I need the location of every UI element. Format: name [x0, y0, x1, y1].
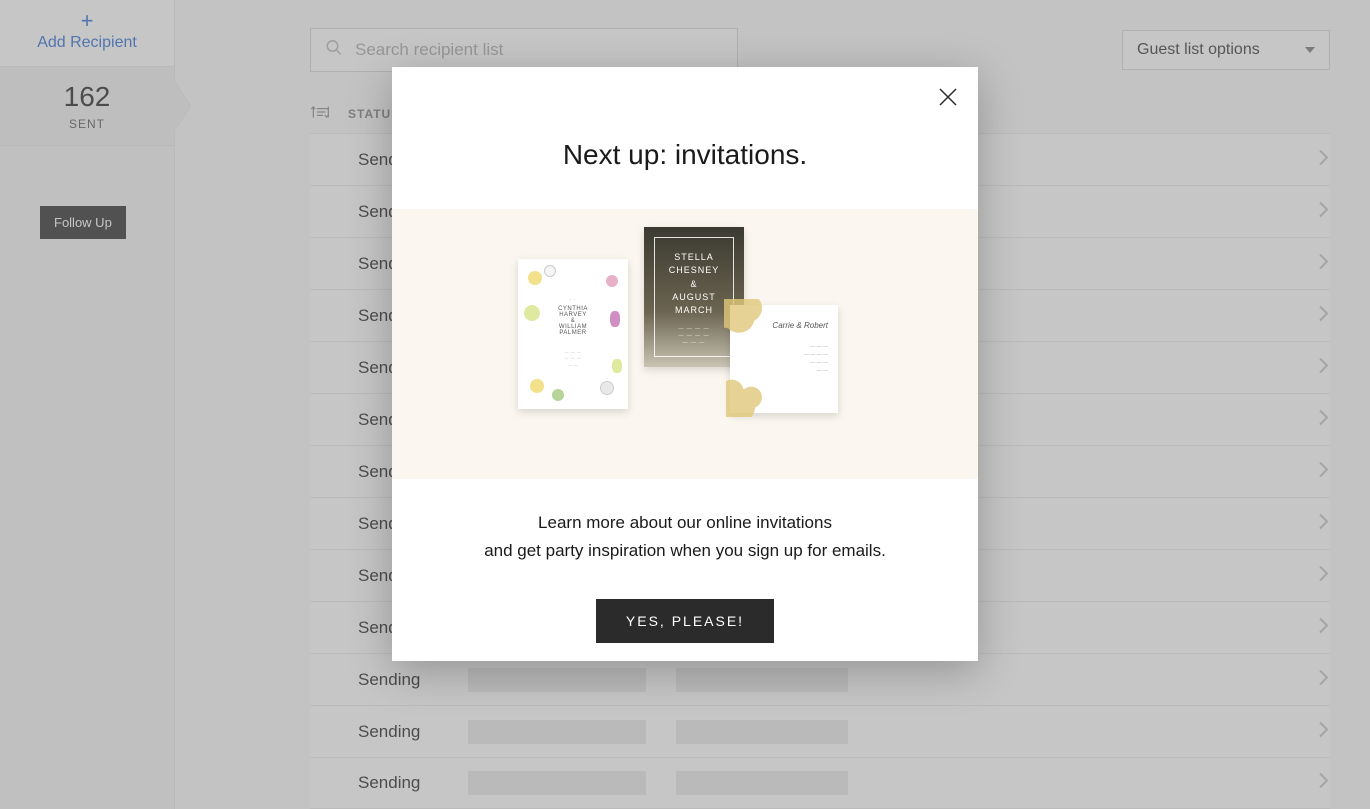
modal-title: Next up: invitations.: [392, 139, 978, 171]
yes-please-button[interactable]: YES, PLEASE!: [596, 599, 774, 643]
modal-body: Learn more about our online invitations …: [392, 479, 978, 565]
close-icon[interactable]: [936, 85, 960, 114]
invitations-modal: Next up: invitations. · ·: [392, 67, 978, 661]
sample-card-left: · · CYNTHIA HARVEY & WILLIAM PALMER — — …: [518, 259, 628, 409]
modal-illustration: · · CYNTHIA HARVEY & WILLIAM PALMER — — …: [392, 209, 978, 479]
modal-text-line-2: and get party inspiration when you sign …: [432, 537, 938, 565]
sample-card-right: Carrie & Robert — — —— — — —— — —— —: [730, 305, 838, 413]
modal-text-line-1: Learn more about our online invitations: [432, 509, 938, 537]
